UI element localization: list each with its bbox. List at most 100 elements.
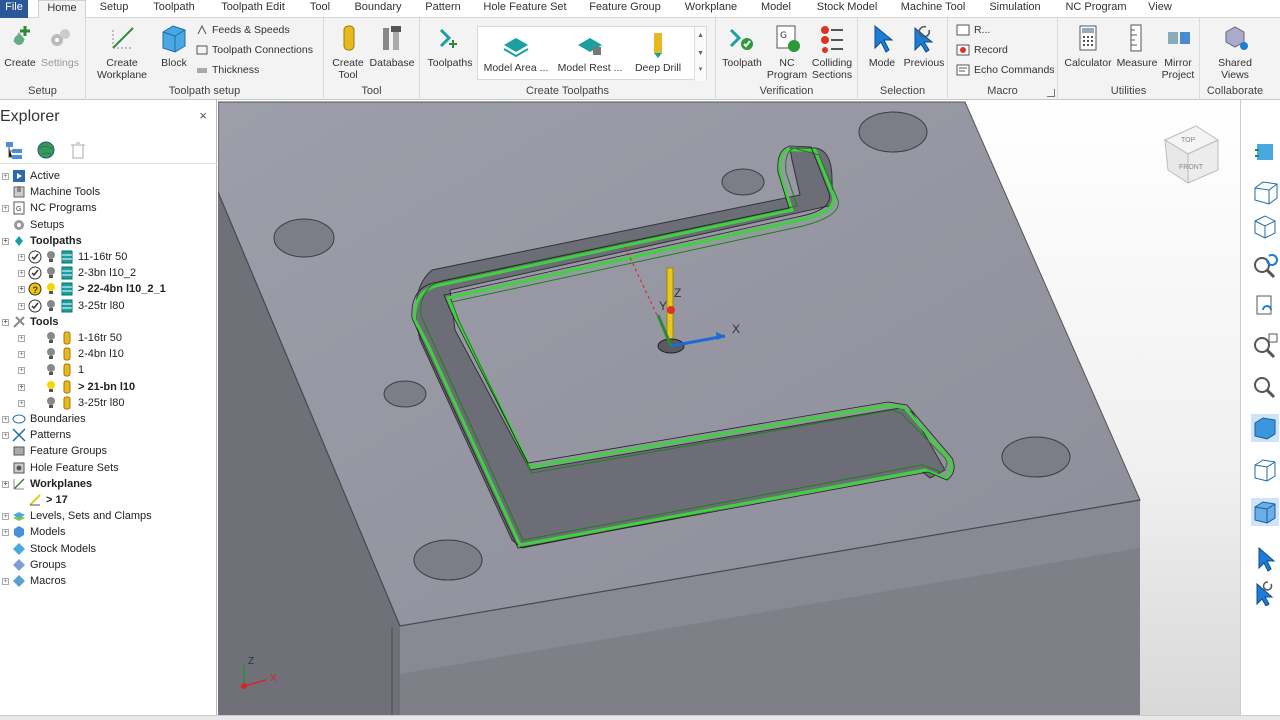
feeds-speeds-button[interactable]: Feeds & Speeds [196, 24, 290, 36]
trash-icon[interactable] [68, 140, 88, 160]
lightbulb-icon[interactable] [46, 266, 56, 280]
tab-file[interactable]: File [0, 0, 28, 18]
lightbulb-icon[interactable] [46, 380, 56, 394]
settings-button[interactable]: Settings [40, 22, 80, 69]
tree-expander-icon[interactable]: + [18, 269, 25, 277]
tab-boundary[interactable]: Boundary [350, 0, 406, 18]
tree-expander-icon[interactable]: + [18, 350, 25, 358]
shared-views-button[interactable]: Shared Views [1208, 22, 1262, 81]
tree-node[interactable]: + Workplanes [2, 476, 92, 492]
zoom-to-model-icon[interactable] [1251, 140, 1279, 168]
model-area-clearance-button[interactable]: Model Area ... [480, 31, 552, 74]
tree-expander-icon[interactable]: + [2, 415, 9, 423]
zoom-box-icon[interactable] [1251, 332, 1279, 360]
tree-expander-icon[interactable]: + [2, 528, 9, 536]
tree-expander-icon[interactable]: + [18, 366, 25, 374]
measure-button[interactable]: Measure [1116, 22, 1158, 69]
block-button[interactable]: Block [156, 22, 192, 69]
run-macro-button[interactable]: R... [956, 24, 990, 36]
cube-view-icon[interactable] [1251, 212, 1279, 240]
create-workplane-button[interactable]: Create Workplane [88, 22, 156, 81]
tab-hole-feature-set[interactable]: Hole Feature Set [480, 0, 570, 18]
tree-expander-icon[interactable]: + [18, 285, 25, 293]
tree-expander-icon[interactable]: + [2, 480, 9, 488]
previous-selection-button[interactable]: Previous [902, 22, 946, 69]
toolpath-connections-button[interactable]: Toolpath Connections [196, 44, 313, 56]
tab-toolpath-edit[interactable]: Toolpath Edit [214, 0, 292, 18]
calculator-button[interactable]: Calculator [1060, 22, 1116, 69]
tab-tool[interactable]: Tool [306, 0, 334, 18]
tree-expander-icon[interactable]: + [2, 577, 9, 585]
shaded-wireframe-icon[interactable] [1251, 498, 1279, 526]
tree-node[interactable]: > 17 [18, 492, 68, 508]
tab-home[interactable]: Home [38, 0, 86, 19]
tree-node[interactable]: + G NC Programs [2, 200, 97, 216]
tree-node[interactable]: +1 [18, 362, 84, 378]
tree-node[interactable]: + Models [2, 524, 65, 540]
toolpaths-button[interactable]: Toolpaths [424, 22, 476, 69]
tree-expander-icon[interactable]: + [2, 204, 9, 212]
zoom-out-icon[interactable] [1251, 372, 1279, 400]
tree-node[interactable]: Setups [2, 217, 64, 233]
thickness-button[interactable]: Thickness [196, 64, 259, 76]
tab-toolpath[interactable]: Toolpath [148, 0, 200, 18]
tree-node[interactable]: Hole Feature Sets [2, 460, 119, 476]
tab-model[interactable]: Model [756, 0, 796, 18]
tree-expander-icon[interactable]: + [2, 237, 9, 245]
tree-node[interactable]: Stock Models [2, 541, 96, 557]
tree-node[interactable]: Machine Tools [2, 184, 100, 200]
tab-feature-group[interactable]: Feature Group [586, 0, 664, 18]
gallery-down-icon[interactable]: ▼ [695, 45, 706, 63]
tree-node[interactable]: +1-16tr 50 [18, 330, 122, 346]
iso-view-icon[interactable] [1251, 178, 1279, 206]
tree-expander-icon[interactable]: + [18, 383, 25, 391]
lightbulb-icon[interactable] [46, 347, 56, 361]
colliding-sections-button[interactable]: Colliding Sections [808, 22, 856, 81]
tree-node[interactable]: +3-25tr l80 [18, 298, 124, 314]
select-cursor-icon[interactable] [1251, 544, 1279, 572]
tree-node[interactable]: + Tools [2, 314, 59, 330]
tree-expander-icon[interactable]: + [18, 334, 25, 342]
tree-node[interactable]: +11-16tr 50 [18, 249, 127, 265]
tree-expander-icon[interactable]: + [18, 253, 25, 261]
macro-dialog-launcher-icon[interactable] [1047, 89, 1055, 97]
model-view-svg[interactable]: X Y Z TOP FRONT Z X [218, 100, 1240, 715]
tree-node[interactable]: +3-25tr l80 [18, 395, 124, 411]
mirror-project-button[interactable]: Mirror Project [1158, 22, 1198, 81]
verify-nc-program-button[interactable]: G NC Program [766, 22, 808, 81]
tree-node[interactable]: Groups [2, 557, 66, 573]
gallery-up-icon[interactable]: ▲ [695, 27, 706, 45]
tree-view-icon[interactable] [4, 140, 24, 160]
lightbulb-icon[interactable] [46, 396, 56, 410]
tab-workplane[interactable]: Workplane [680, 0, 742, 18]
tree-node[interactable]: + Patterns [2, 427, 71, 443]
tree-node[interactable]: + Macros [2, 573, 66, 589]
globe-icon[interactable] [36, 140, 56, 160]
database-button[interactable]: Database [368, 22, 416, 69]
tree-node[interactable]: + > 21-bn l10 [18, 379, 135, 395]
tree-node[interactable]: + Toolpaths [2, 233, 82, 249]
tab-nc-program[interactable]: NC Program [1060, 0, 1132, 18]
tree-expander-icon[interactable]: + [2, 318, 9, 326]
previous-select-icon[interactable] [1251, 578, 1279, 606]
model-rest-button[interactable]: Model Rest ... [554, 31, 626, 74]
tab-machine-tool[interactable]: Machine Tool [896, 0, 970, 18]
graphics-viewport[interactable]: X Y Z TOP FRONT Z X [218, 100, 1240, 715]
tree-node[interactable]: +2-4bn l10 [18, 346, 124, 362]
tab-setup[interactable]: Setup [94, 0, 134, 18]
echo-commands-button[interactable]: Echo Commands [956, 64, 1055, 76]
tab-stock-model[interactable]: Stock Model [812, 0, 882, 18]
refresh-icon[interactable] [1251, 292, 1279, 320]
tree-expander-icon[interactable]: + [2, 512, 9, 520]
wireframe-view-icon[interactable] [1251, 456, 1279, 484]
verify-toolpath-button[interactable]: Toolpath [718, 22, 766, 69]
create-tool-button[interactable]: Create Tool [328, 22, 368, 81]
tab-pattern[interactable]: Pattern [420, 0, 466, 18]
zoom-icon[interactable] [1251, 252, 1279, 280]
gallery-more-icon[interactable]: ▾ [695, 63, 706, 77]
lightbulb-icon[interactable] [46, 282, 56, 296]
gallery-scroll[interactable]: ▲ ▼ ▾ [694, 27, 706, 81]
tree-expander-icon[interactable]: + [18, 399, 25, 407]
record-macro-button[interactable]: Record [956, 44, 1008, 56]
tree-node[interactable]: + Active [2, 168, 60, 184]
